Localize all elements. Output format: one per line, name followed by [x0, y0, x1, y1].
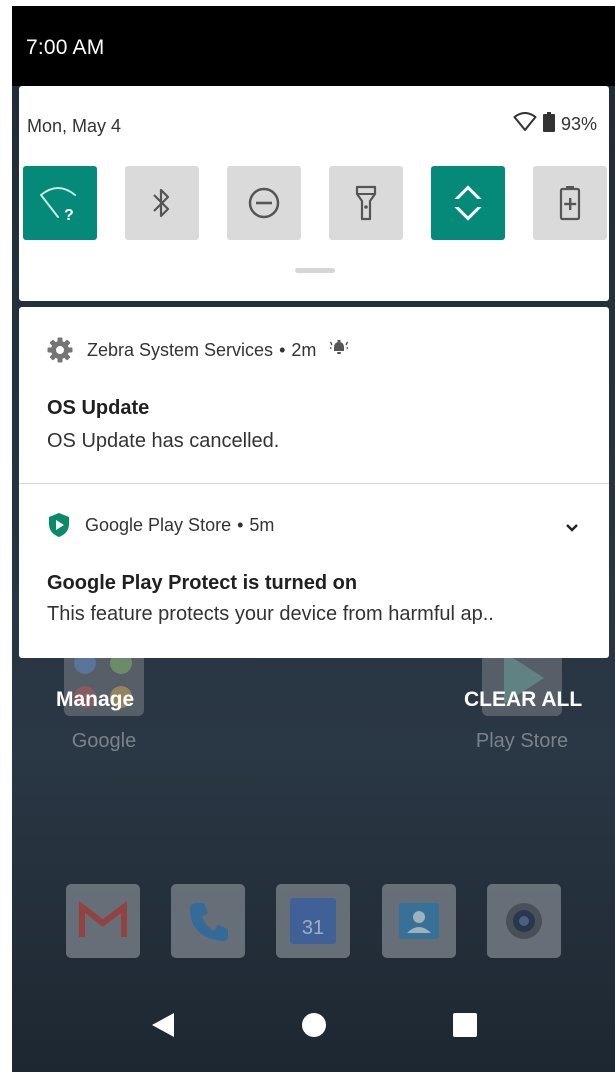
wifi-icon: ? [40, 187, 76, 223]
back-icon[interactable] [150, 1011, 176, 1044]
phone-icon[interactable] [171, 884, 245, 958]
notification-play-store[interactable]: Google Play Store • 5m Google Play Prote… [19, 484, 609, 658]
status-bar: 7:00 AM [12, 6, 615, 86]
tile-wifi[interactable]: ? [23, 166, 97, 240]
clear-all-button[interactable]: CLEAR ALL [464, 688, 582, 712]
calendar-icon[interactable]: 31 [276, 884, 350, 958]
calendar-day: 31 [290, 898, 336, 944]
notification-text: This feature protects your device from h… [47, 603, 494, 625]
do-not-disturb-icon [248, 187, 280, 219]
tile-bluetooth[interactable] [125, 166, 199, 240]
notification-time: 5m [249, 514, 275, 535]
navigation-bar [12, 990, 615, 1072]
notification-separator: • [279, 339, 286, 360]
expand-chevron-icon[interactable] [565, 520, 579, 538]
camera-icon[interactable] [487, 884, 561, 958]
app-label-play-store: Play Store [475, 730, 569, 752]
battery-status-icon [542, 112, 555, 137]
notification-separator: • [237, 514, 244, 535]
tile-auto-rotate[interactable] [431, 166, 505, 240]
flashlight-icon [355, 185, 377, 221]
notification-app-name: Google Play Store [85, 514, 232, 535]
notification-text: OS Update has cancelled. [47, 430, 280, 452]
contacts-icon[interactable] [382, 884, 456, 958]
qs-expand-handle[interactable] [295, 268, 335, 273]
tile-battery-saver[interactable] [533, 166, 607, 240]
battery-saver-icon [559, 186, 581, 221]
screen: Google Play Store 31 7:00 AM Mon, May 4 [12, 6, 615, 1072]
manage-button[interactable]: Manage [56, 688, 134, 712]
play-protect-shield-icon [49, 513, 69, 537]
quick-settings-tiles: ? [23, 166, 607, 240]
notification-title: Google Play Protect is turned on [47, 572, 358, 594]
alert-bell-icon [330, 339, 349, 362]
notification-header: Google Play Store • 5m [47, 512, 274, 538]
qs-date: Mon, May 4 [27, 116, 122, 136]
tile-flashlight[interactable] [329, 166, 403, 240]
home-icon[interactable] [301, 1012, 327, 1043]
gmail-icon[interactable] [66, 884, 140, 958]
wifi-status-icon [513, 112, 537, 137]
battery-percent: 93% [560, 114, 597, 134]
qs-status-icons: 93% [513, 112, 597, 137]
gear-icon [47, 337, 73, 363]
notification-header: Zebra System Services • 2m [47, 337, 349, 363]
status-clock: 7:00 AM [26, 36, 105, 59]
notification-list: Zebra System Services • 2m OS Update OS … [19, 307, 609, 658]
notification-time: 2m [291, 339, 317, 360]
tile-do-not-disturb[interactable] [227, 166, 301, 240]
bluetooth-icon [153, 188, 170, 218]
notification-title: OS Update [47, 397, 150, 419]
quick-settings-panel: Mon, May 4 93% ? [19, 86, 609, 301]
auto-rotate-icon [450, 185, 486, 221]
notification-app-name: Zebra System Services [87, 339, 274, 360]
wifi-badge: ? [64, 207, 74, 223]
app-label-google: Google [71, 730, 137, 752]
recents-icon[interactable] [452, 1012, 478, 1043]
notification-zebra[interactable]: Zebra System Services • 2m OS Update OS … [19, 307, 609, 483]
